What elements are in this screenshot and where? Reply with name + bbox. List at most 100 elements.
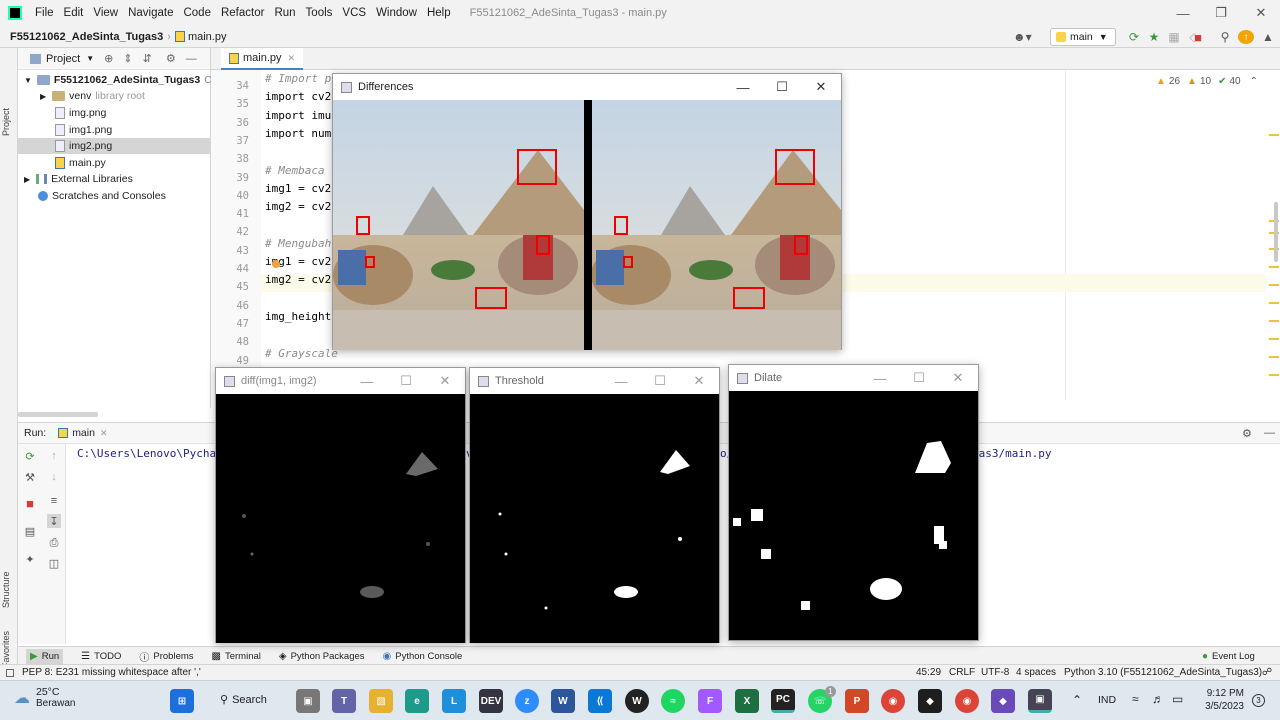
spotify-icon[interactable]: ≈ bbox=[661, 689, 685, 713]
line-separator[interactable]: CRLF bbox=[949, 667, 975, 678]
tree-item-img2[interactable]: img2.png bbox=[18, 138, 211, 154]
vertical-scrollbar[interactable] bbox=[1274, 202, 1278, 262]
tree-item-img1[interactable]: img1.png bbox=[55, 122, 112, 138]
window-threshold[interactable]: Threshold — ☐ ✕ bbox=[469, 367, 720, 643]
tool-tab-todo[interactable]: ☰ TODO bbox=[81, 651, 121, 662]
tree-item-img[interactable]: img.png bbox=[55, 105, 106, 121]
tool-tab-problems[interactable]: ⓘ Problems bbox=[139, 649, 193, 664]
code-line[interactable]: img2 = cv2 bbox=[265, 273, 331, 286]
clock[interactable]: 9:12 PM 3/5/2023 bbox=[1200, 687, 1244, 713]
maximize-button[interactable]: ☐ bbox=[902, 365, 936, 391]
window-titlebar[interactable]: Differences — ☐ ✕ bbox=[333, 74, 841, 100]
chrome-profile-icon[interactable]: ◉ bbox=[955, 689, 979, 713]
print-icon[interactable]: ⎙ bbox=[47, 536, 61, 550]
edge-icon[interactable]: e bbox=[405, 689, 429, 713]
chevron-up-icon[interactable]: ⌃ bbox=[1072, 693, 1082, 707]
code-line[interactable]: # Mengubah bbox=[265, 237, 331, 250]
maximize-button[interactable]: ☐ bbox=[389, 368, 423, 394]
lock-icon[interactable]: ☍ bbox=[1262, 667, 1272, 678]
menu-navigate[interactable]: Navigate bbox=[123, 7, 178, 19]
chevron-up-icon[interactable]: ⌃ bbox=[1250, 76, 1258, 87]
task-view-icon[interactable]: ▣ bbox=[296, 689, 320, 713]
menu-code[interactable]: Code bbox=[178, 7, 216, 19]
pycharm-icon[interactable]: PC bbox=[771, 689, 795, 713]
battery-icon[interactable]: ▭ bbox=[1172, 692, 1183, 706]
app-icon[interactable]: ◆ bbox=[918, 689, 942, 713]
weather-widget[interactable]: ☁ 25°C Berawan bbox=[14, 686, 75, 710]
rerun-icon[interactable]: ⟳ bbox=[1126, 30, 1142, 44]
rerun-icon[interactable]: ⟳ bbox=[23, 449, 37, 463]
arrow-up-icon[interactable]: ↑ bbox=[47, 449, 61, 463]
minimize-button[interactable]: — bbox=[350, 368, 384, 394]
file-explorer-icon[interactable]: ▧ bbox=[369, 689, 393, 713]
close-button[interactable]: ✕ bbox=[941, 365, 975, 391]
update-icon[interactable]: ↑ bbox=[1238, 30, 1254, 44]
pin-icon[interactable]: ✦ bbox=[23, 552, 37, 566]
maximize-button[interactable]: ☐ bbox=[765, 74, 799, 100]
breadcrumb-file[interactable]: main.py bbox=[188, 31, 227, 43]
window-titlebar[interactable]: Threshold — ☐ ✕ bbox=[470, 368, 719, 394]
minimize-button[interactable]: — bbox=[726, 74, 760, 100]
zoom-icon[interactable]: z bbox=[515, 689, 539, 713]
tool-tab-python-packages[interactable]: ◈ Python Packages bbox=[279, 651, 365, 662]
tree-item-venv[interactable]: ▶ venv library root bbox=[40, 88, 145, 104]
file-encoding[interactable]: UTF-8 bbox=[981, 667, 1009, 678]
menu-view[interactable]: View bbox=[88, 7, 123, 19]
project-view-label[interactable]: Project bbox=[46, 53, 80, 65]
close-button[interactable]: ✕ bbox=[428, 368, 462, 394]
tool-tab-terminal[interactable]: ▩ Terminal bbox=[212, 651, 261, 662]
maximize-button[interactable]: ❐ bbox=[1202, 0, 1240, 26]
language-indicator[interactable]: IND bbox=[1098, 694, 1116, 706]
status-toggle-icon[interactable] bbox=[6, 668, 14, 677]
bulb-icon[interactable] bbox=[272, 260, 280, 268]
excel-icon[interactable]: X bbox=[735, 689, 759, 713]
menu-window[interactable]: Window bbox=[371, 7, 422, 19]
side-tab-favorites[interactable]: Favorites bbox=[1, 631, 11, 668]
tree-root[interactable]: ▼ F55121062_AdeSinta_Tugas3 C:\ bbox=[24, 72, 218, 88]
vscode-icon[interactable]: ⟪ bbox=[588, 689, 612, 713]
collapse-all-icon[interactable]: ⇵ bbox=[143, 52, 152, 65]
editor-tab-main[interactable]: main.py ✕ bbox=[221, 48, 304, 70]
tool-tab-event-log[interactable]: ● Event Log bbox=[1202, 651, 1255, 662]
tree-item-main[interactable]: main.py bbox=[55, 155, 106, 171]
search-button[interactable]: ⚲ Search bbox=[220, 693, 267, 707]
maximize-button[interactable]: ☐ bbox=[643, 368, 677, 394]
breadcrumb-project[interactable]: F55121062_AdeSinta_Tugas3 bbox=[10, 31, 163, 43]
code-line[interactable]: import cv2 bbox=[265, 90, 331, 103]
python-interpreter[interactable]: Python 3.10 (F55121062_AdeSinta_Tugas3) bbox=[1064, 667, 1262, 678]
code-line[interactable]: # Import p bbox=[265, 72, 331, 85]
powerpoint-icon[interactable]: P bbox=[845, 689, 869, 713]
menu-refactor[interactable]: Refactor bbox=[216, 7, 269, 19]
minimize-button[interactable]: — bbox=[604, 368, 638, 394]
extension-icon[interactable]: ◆ bbox=[991, 689, 1015, 713]
window-differences[interactable]: Differences — ☐ ✕ bbox=[332, 73, 842, 350]
figma-icon[interactable]: F bbox=[698, 689, 722, 713]
window-dilate[interactable]: Dilate — ☐ ✕ bbox=[728, 364, 979, 641]
user-icon[interactable]: ☻▾ bbox=[1013, 30, 1032, 44]
launcher-icon[interactable]: L bbox=[442, 689, 466, 713]
menu-vcs[interactable]: VCS bbox=[337, 7, 371, 19]
hide-icon[interactable]: — bbox=[186, 53, 197, 65]
run-tab[interactable]: main ✕ bbox=[58, 427, 108, 439]
menu-tools[interactable]: Tools bbox=[301, 7, 338, 19]
code-line[interactable]: img2 = cv2 bbox=[265, 200, 331, 213]
close-icon[interactable]: ✕ bbox=[100, 428, 108, 439]
side-tab-project[interactable]: Project bbox=[1, 108, 11, 136]
menu-run[interactable]: Run bbox=[269, 7, 300, 19]
wps-icon[interactable]: W bbox=[625, 689, 649, 713]
menu-file[interactable]: File bbox=[30, 7, 59, 19]
stop-icon[interactable]: ■ bbox=[23, 496, 37, 511]
menu-edit[interactable]: Edit bbox=[59, 7, 89, 19]
hide-icon[interactable]: — bbox=[1264, 427, 1275, 439]
console-output[interactable]: C:\Users\Lenovo\Pycha bbox=[77, 447, 216, 460]
chrome-icon[interactable]: ◉ bbox=[881, 689, 905, 713]
tree-item-external-libraries[interactable]: ▶ External Libraries bbox=[24, 171, 133, 187]
start-icon[interactable]: ⊞ bbox=[170, 689, 194, 713]
tree-item-scratches[interactable]: Scratches and Consoles bbox=[38, 188, 166, 204]
code-line[interactable]: # Membaca bbox=[265, 164, 325, 177]
settings-icon[interactable]: ⚙ bbox=[1242, 427, 1252, 440]
debug-icon[interactable]: ★ bbox=[1146, 30, 1162, 44]
wifi-icon[interactable]: ≈ bbox=[1132, 692, 1139, 706]
code-line[interactable]: # Grayscale bbox=[265, 347, 338, 360]
minimize-button[interactable]: — bbox=[863, 365, 897, 391]
